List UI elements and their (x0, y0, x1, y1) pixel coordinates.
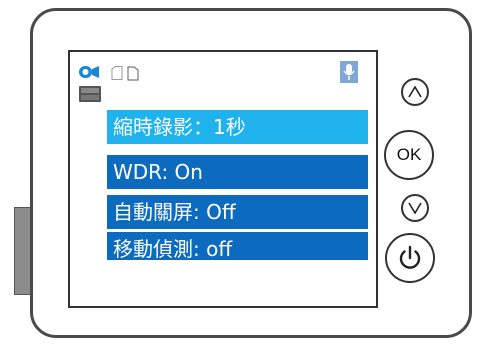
up-button[interactable] (401, 78, 429, 106)
sd-card-icon (111, 66, 123, 80)
menu-item-timelapse[interactable]: 縮時錄影：1秒 (107, 110, 368, 144)
microphone-icon (340, 61, 358, 83)
menu-item-wdr[interactable]: WDR: On (107, 155, 368, 189)
chevron-up-icon (408, 86, 422, 98)
side-tab (14, 207, 30, 295)
power-icon (399, 245, 421, 269)
chevron-down-icon (408, 202, 422, 214)
down-button[interactable] (401, 194, 429, 222)
ok-button-label: OK (396, 145, 422, 164)
battery-icon (127, 66, 139, 81)
lcd-screen: 縮時錄影：1秒 WDR: On 自動關屏: Off 移動偵測: off (68, 50, 378, 308)
power-button[interactable] (385, 233, 435, 283)
video-camera-icon (79, 66, 99, 78)
ok-button[interactable]: OK (384, 130, 434, 180)
menu-item-auto-screen-off[interactable]: 自動關屏: Off (107, 195, 368, 229)
menu-item-motion-detection[interactable]: 移動偵測: off (107, 232, 368, 260)
resolution-1080p-icon (79, 86, 101, 102)
